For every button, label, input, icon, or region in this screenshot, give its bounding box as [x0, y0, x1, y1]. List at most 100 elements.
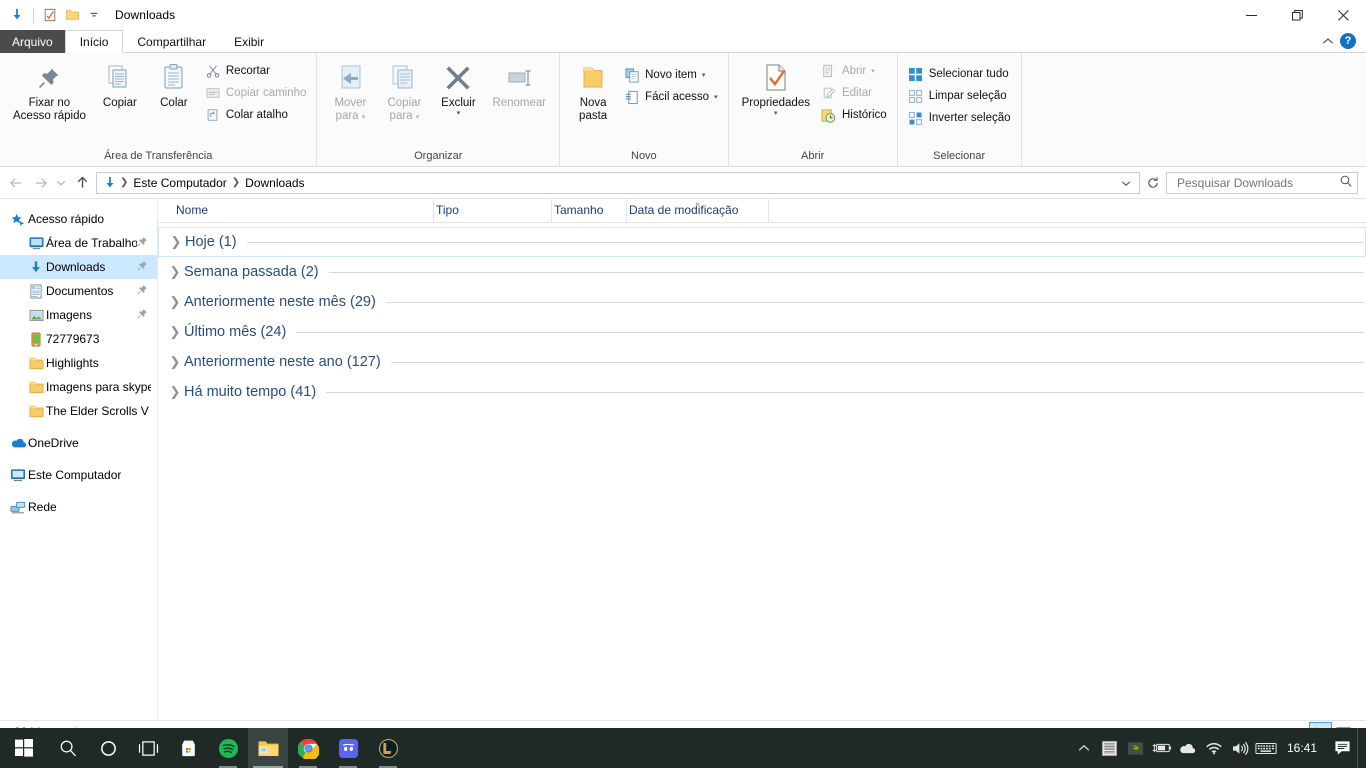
downloads-arrow-icon[interactable]	[6, 4, 28, 26]
sidebar-item-the-elder-scrolls[interactable]: The Elder Scrolls V S	[0, 399, 157, 423]
group-row-anteriormente-neste-mes[interactable]: ❯ Anteriormente neste mês (29)	[158, 287, 1366, 317]
task-view-icon[interactable]	[128, 728, 168, 768]
chevron-right-icon[interactable]: ❯	[166, 354, 184, 370]
tab-compartilhar[interactable]: Compartilhar	[123, 30, 220, 53]
easy-access-button[interactable]: Fácil acesso ▾	[620, 86, 721, 108]
restore-button[interactable]	[1274, 0, 1320, 30]
delete-button[interactable]: Excluir ▾	[431, 58, 485, 120]
display-settings-icon[interactable]	[1097, 728, 1123, 768]
cortana-icon[interactable]	[88, 728, 128, 768]
properties-button[interactable]: Propriedades ▾	[735, 58, 817, 120]
search-icon[interactable]	[1339, 174, 1353, 191]
chevron-right-icon[interactable]: ❯	[166, 384, 184, 400]
volume-icon[interactable]	[1227, 728, 1253, 768]
sidebar-item-imagens-para-skype[interactable]: Imagens para skype	[0, 375, 157, 399]
copy-to-button[interactable]: Copiar para ▾	[377, 58, 431, 126]
breadcrumb-sep-1[interactable]: ❯	[231, 177, 241, 188]
touch-keyboard-icon[interactable]	[1253, 728, 1279, 768]
discord-icon[interactable]	[328, 728, 368, 768]
sidebar-item-highlights[interactable]: Highlights	[0, 351, 157, 375]
close-button[interactable]	[1320, 0, 1366, 30]
column-header-tipo[interactable]: Tipo	[434, 198, 552, 222]
forward-button[interactable]	[28, 170, 52, 196]
pin-icon[interactable]	[137, 260, 151, 274]
new-item-button[interactable]: Novo item ▾	[620, 64, 721, 86]
breadcrumb[interactable]: ❯ Este Computador ❯ Downloads	[96, 171, 1140, 194]
new-item-caret-icon[interactable]: ▾	[702, 72, 706, 79]
chevron-right-icon[interactable]: ❯	[166, 264, 184, 280]
sidebar-item-imagens[interactable]: Imagens	[0, 303, 157, 327]
sidebar-item-onedrive[interactable]: OneDrive	[0, 431, 157, 455]
file-explorer-icon[interactable]	[248, 728, 288, 768]
copy-path-button[interactable]: Copiar caminho	[201, 82, 311, 104]
paste-button[interactable]: Colar	[147, 58, 201, 113]
search-icon[interactable]	[48, 728, 88, 768]
address-dropdown-chevron-icon[interactable]	[1115, 176, 1137, 190]
up-button[interactable]	[70, 170, 94, 196]
battery-charging-icon[interactable]	[1149, 728, 1175, 768]
cut-button[interactable]: Recortar	[201, 60, 311, 82]
group-row-hoje[interactable]: ❯ Hoje (1)	[158, 227, 1366, 257]
league-of-legends-icon[interactable]	[368, 728, 408, 768]
pin-to-quick-access-button[interactable]: Fixar no Acesso rápido	[6, 58, 93, 126]
breadcrumb-item-0[interactable]: Este Computador	[129, 176, 230, 190]
clock[interactable]: 16:41	[1279, 728, 1327, 768]
column-header-data-de-modificacao[interactable]: ⌄ Data de modificação	[627, 198, 769, 222]
sidebar-item-downloads[interactable]: Downloads	[0, 255, 157, 279]
back-button[interactable]	[4, 170, 28, 196]
sidebar-item-este-computador[interactable]: Este Computador	[0, 463, 157, 487]
nvidia-icon[interactable]	[1123, 728, 1149, 768]
windows-start-icon[interactable]	[0, 728, 48, 768]
help-button[interactable]: ?	[1340, 33, 1356, 49]
new-folder-button[interactable]: Nova pasta	[566, 58, 620, 126]
pin-icon[interactable]	[137, 284, 151, 298]
minimize-button[interactable]	[1228, 0, 1274, 30]
navigation-pane[interactable]: Acesso rápido Área de Trabalho Downloads	[0, 199, 158, 720]
search-box[interactable]	[1166, 171, 1358, 194]
chrome-icon[interactable]	[288, 728, 328, 768]
action-center-icon[interactable]	[1327, 728, 1357, 768]
properties-caret-icon[interactable]: ▾	[774, 110, 778, 117]
refresh-button[interactable]	[1144, 170, 1162, 196]
file-list-pane[interactable]: Nome Tipo Tamanho ⌄ Data de modificação …	[158, 198, 1366, 720]
edit-button[interactable]: Editar	[817, 82, 891, 104]
group-row-semana-passada[interactable]: ❯ Semana passada (2)	[158, 257, 1366, 287]
breadcrumb-item-1[interactable]: Downloads	[241, 176, 308, 190]
move-to-button[interactable]: Mover para ▾	[323, 58, 377, 126]
tab-inicio[interactable]: Início	[64, 30, 124, 53]
invert-selection-button[interactable]: Inverter seleção	[904, 107, 1015, 129]
pin-icon[interactable]	[137, 308, 151, 322]
column-header-nome[interactable]: Nome	[174, 198, 434, 222]
chevron-right-icon[interactable]: ❯	[166, 294, 184, 310]
chevron-right-icon[interactable]: ❯	[167, 234, 185, 250]
group-row-anteriormente-neste-ano[interactable]: ❯ Anteriormente neste ano (127)	[158, 347, 1366, 377]
show-desktop-button[interactable]	[1357, 728, 1364, 768]
select-all-button[interactable]: Selecionar tudo	[904, 63, 1015, 85]
breadcrumb-sep-0[interactable]: ❯	[119, 177, 129, 188]
tab-arquivo[interactable]: Arquivo	[0, 30, 65, 53]
wifi-icon[interactable]	[1201, 728, 1227, 768]
clear-selection-button[interactable]: Limpar seleção	[904, 85, 1015, 107]
tab-exibir[interactable]: Exibir	[220, 30, 278, 53]
search-input[interactable]	[1175, 174, 1339, 191]
sidebar-item-rede[interactable]: Rede	[0, 495, 157, 519]
history-button[interactable]: Histórico	[817, 104, 891, 126]
pin-icon[interactable]	[137, 236, 151, 250]
sidebar-item-acesso-rapido[interactable]: Acesso rápido	[0, 207, 157, 231]
collapse-ribbon-chevron-icon[interactable]	[1322, 34, 1334, 48]
sidebar-item-area-de-trabalho[interactable]: Área de Trabalho	[0, 231, 157, 255]
easy-access-caret-icon[interactable]: ▾	[714, 94, 718, 101]
show-hidden-icons-chevron[interactable]	[1071, 728, 1097, 768]
column-header-tamanho[interactable]: Tamanho	[552, 198, 627, 222]
open-caret-icon[interactable]: ▾	[871, 68, 875, 75]
properties-check-icon[interactable]	[39, 4, 61, 26]
group-row-ultimo-mes[interactable]: ❯ Último mês (24)	[158, 317, 1366, 347]
chevron-right-icon[interactable]: ❯	[166, 324, 184, 340]
customize-qat-chevron[interactable]	[83, 4, 105, 26]
recent-locations-button[interactable]	[52, 170, 70, 196]
rename-button[interactable]: Renomear	[485, 58, 553, 113]
spotify-icon[interactable]	[208, 728, 248, 768]
open-button[interactable]: Abrir ▾	[817, 60, 891, 82]
sidebar-item-72779673[interactable]: 72779673	[0, 327, 157, 351]
group-row-ha-muito-tempo[interactable]: ❯ Há muito tempo (41)	[158, 377, 1366, 407]
